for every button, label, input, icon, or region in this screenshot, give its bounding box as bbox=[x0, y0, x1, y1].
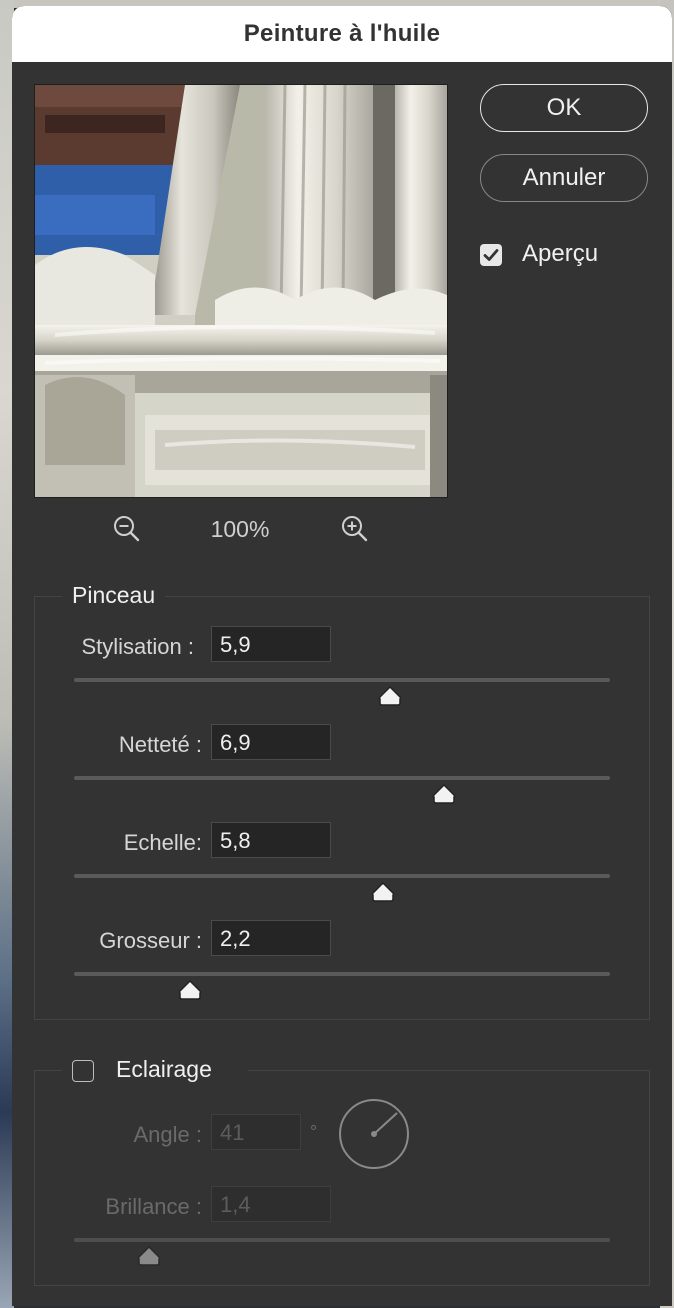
sharpness-input[interactable]: 6,9 bbox=[211, 724, 331, 760]
preview-image-content bbox=[35, 85, 447, 497]
stylization-label: Stylisation : bbox=[81, 634, 195, 659]
oil-paint-dialog: Peinture à l'huile OK Annuler Aperçu 100… bbox=[12, 6, 672, 1306]
brush-group-title: Pinceau bbox=[62, 582, 166, 609]
scale-input[interactable]: 5,8 bbox=[211, 822, 331, 858]
checkmark-icon bbox=[483, 249, 499, 261]
dialog-title: Peinture à l'huile bbox=[243, 20, 441, 47]
shine-label: Brillance : bbox=[105, 1194, 202, 1219]
shine-slider-thumb[interactable] bbox=[137, 1246, 161, 1266]
sharpness-label: Netteté : bbox=[118, 732, 202, 757]
stylization-input[interactable]: 5,9 bbox=[211, 626, 331, 662]
angle-label: Angle : bbox=[133, 1122, 203, 1147]
scale-slider-thumb[interactable] bbox=[371, 882, 395, 902]
lighting-checkbox[interactable] bbox=[72, 1060, 94, 1082]
zoom-out-icon[interactable] bbox=[112, 514, 142, 544]
preview-checkbox-label[interactable]: Aperçu bbox=[522, 240, 598, 268]
shine-input[interactable]: 1,4 bbox=[211, 1186, 331, 1222]
sharpness-slider-track[interactable] bbox=[74, 776, 610, 780]
preview-checkbox[interactable] bbox=[480, 244, 502, 266]
scale-slider-track[interactable] bbox=[74, 874, 610, 878]
preview-image[interactable] bbox=[34, 84, 448, 498]
zoom-in-icon[interactable] bbox=[340, 514, 370, 544]
shine-slider-track[interactable] bbox=[74, 1238, 610, 1242]
degree-symbol: ° bbox=[310, 1122, 318, 1142]
stylization-slider-track[interactable] bbox=[74, 678, 610, 682]
angle-dial-icon[interactable] bbox=[338, 1098, 410, 1170]
bristle-detail-slider-track[interactable] bbox=[74, 972, 610, 976]
title-bar[interactable]: Peinture à l'huile bbox=[12, 6, 672, 62]
cancel-button[interactable]: Annuler bbox=[480, 154, 648, 202]
lighting-checkbox-label[interactable]: Eclairage bbox=[116, 1056, 212, 1083]
scale-label: Echelle: bbox=[123, 830, 202, 855]
sharpness-slider-thumb[interactable] bbox=[432, 784, 456, 804]
bristle-detail-slider-thumb[interactable] bbox=[178, 980, 202, 1000]
zoom-level: 100% bbox=[210, 516, 270, 542]
angle-input[interactable]: 41 bbox=[211, 1114, 301, 1150]
ok-button[interactable]: OK bbox=[480, 84, 648, 132]
bristle-detail-input[interactable]: 2,2 bbox=[211, 920, 331, 956]
stylization-slider-thumb[interactable] bbox=[378, 686, 402, 706]
bristle-detail-label: Grosseur : bbox=[99, 928, 202, 953]
